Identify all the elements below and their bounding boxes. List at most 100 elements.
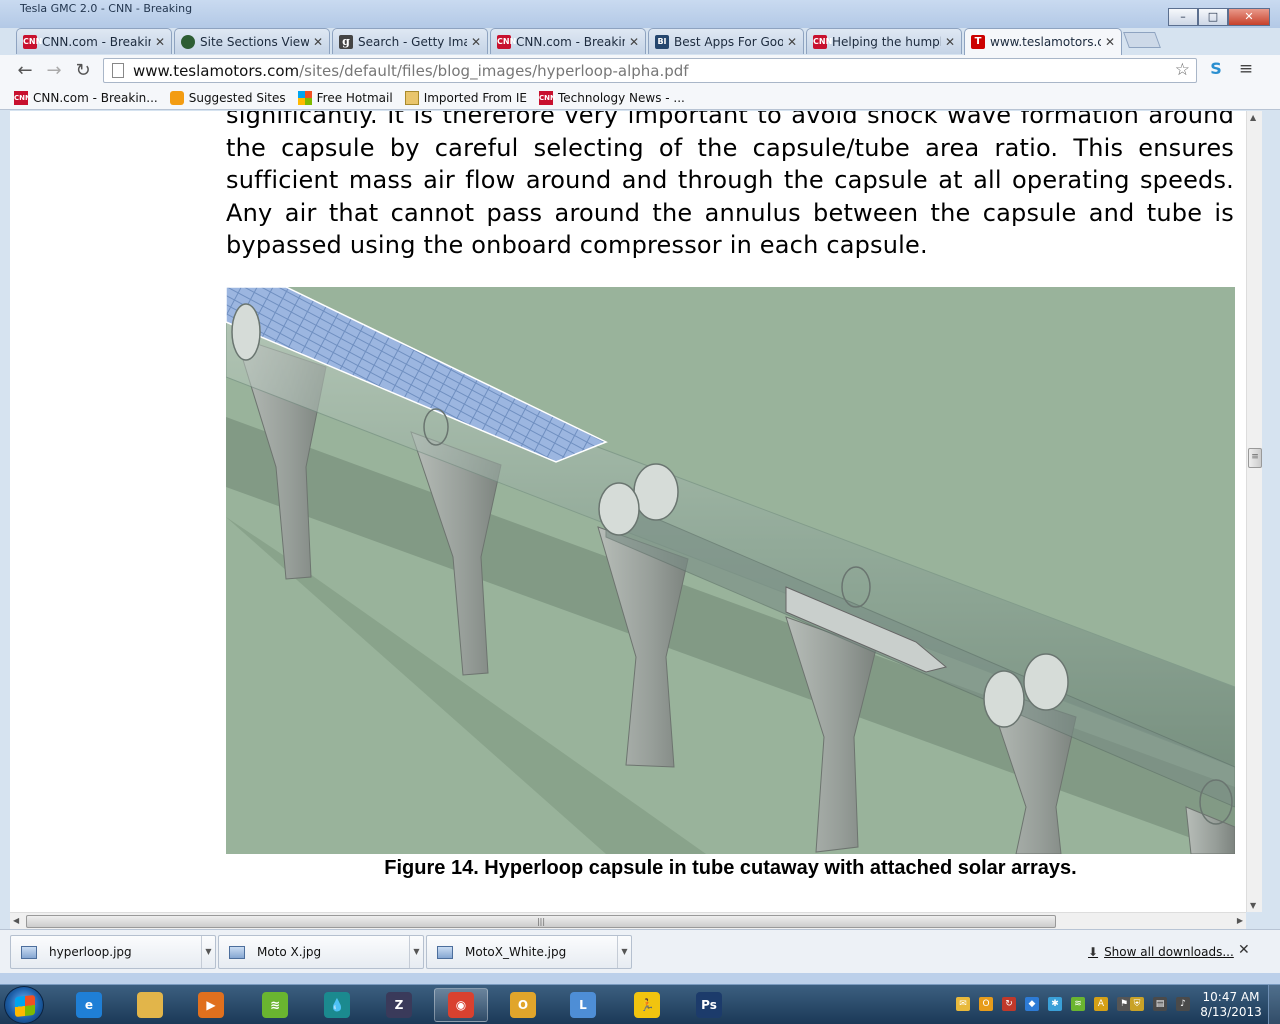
taskbar-app-outlook[interactable]: O (496, 988, 550, 1022)
shield-icon[interactable]: ⛨ (1130, 997, 1144, 1011)
taskbar-app-photoshop[interactable]: Ps (682, 988, 736, 1022)
close-tab-icon[interactable]: ✕ (1105, 35, 1115, 49)
window-controls: – □ ✕ (1168, 8, 1270, 26)
download-item[interactable]: hyperloop.jpg ▼ (10, 935, 216, 969)
url-path: /sites/default/files/blog_images/hyperlo… (299, 61, 689, 80)
scroll-up-icon[interactable]: ▲ (1250, 113, 1256, 122)
download-filename: MotoX_White.jpg (465, 945, 567, 959)
download-item[interactable]: MotoX_White.jpg ▼ (426, 935, 632, 969)
horizontal-scrollbar[interactable]: ◀ ||| ▶ (10, 912, 1246, 929)
taskbar-app-aim[interactable]: 🏃 (620, 988, 674, 1022)
tab-teslamotors[interactable]: T www.teslamotors.c ✕ (964, 28, 1122, 55)
tab-getty[interactable]: g Search - Getty Imag ✕ (332, 28, 488, 54)
sync-tray-icon[interactable]: ↻ (1002, 997, 1016, 1011)
bookmark-cnn[interactable]: CNN CNN.com - Breakin... (14, 90, 158, 105)
bookmark-free-hotmail[interactable]: Free Hotmail (297, 90, 393, 105)
chevron-down-icon[interactable]: ▼ (409, 936, 423, 968)
taskbar-app-explorer[interactable] (123, 988, 177, 1022)
scroll-left-icon[interactable]: ◀ (13, 916, 19, 925)
g-icon: g (339, 34, 353, 49)
chevron-down-icon[interactable]: ▼ (617, 936, 631, 968)
close-tab-icon[interactable]: ✕ (945, 35, 955, 49)
outlook-tray-icon[interactable]: O (979, 997, 993, 1011)
cnn-icon: CNN (497, 34, 516, 49)
site-icon (181, 34, 195, 49)
tab-cnn-1[interactable]: CNN CNN.com - Breaking ✕ (16, 28, 172, 54)
bookmark-imported-from-ie[interactable]: Imported From IE (404, 90, 527, 105)
taskbar-app-z-app[interactable]: Z (372, 988, 426, 1022)
bookmark-technology-news[interactable]: CNN Technology News - ... (539, 90, 685, 105)
aim-tray-icon[interactable]: A (1094, 997, 1108, 1011)
minimize-button[interactable]: – (1168, 8, 1198, 26)
download-arrow-icon: ⬇ (1088, 945, 1099, 959)
vertical-scroll-thumb[interactable]: ≡ (1248, 448, 1262, 468)
back-button[interactable]: ← (13, 59, 37, 83)
tab-label: Search - Getty Imag (358, 34, 467, 49)
tab-label: Helping the humpb (832, 34, 941, 49)
image-file-icon (229, 945, 245, 959)
close-tab-icon[interactable]: ✕ (155, 35, 165, 49)
cnn-icon: CNN (813, 34, 832, 49)
extension-icon[interactable]: S (1206, 59, 1226, 79)
scroll-right-icon[interactable]: ▶ (1237, 916, 1243, 925)
dropbox-tray-icon[interactable]: ◆ (1025, 997, 1039, 1011)
tab-site-sections[interactable]: Site Sections Views ✕ (174, 28, 330, 54)
mail-tray-icon[interactable]: ✉ (956, 997, 970, 1011)
bookmarks-bar: CNN CNN.com - Breakin... Suggested Sites… (0, 86, 1280, 110)
bookmark-label: Technology News - ... (558, 90, 685, 105)
drop-app-icon: 💧 (324, 992, 350, 1018)
spotify-tray-icon[interactable]: ≋ (1071, 997, 1085, 1011)
background-window-title: Tesla GMC 2.0 - CNN - Breaking (20, 2, 193, 15)
horizontal-scroll-thumb[interactable]: ||| (26, 915, 1056, 928)
reload-button[interactable]: ↻ (71, 59, 95, 83)
taskbar-clock[interactable]: 10:47 AM 8/13/2013 (1200, 990, 1262, 1020)
chevron-down-icon[interactable]: ▼ (201, 936, 215, 968)
chrome-menu-icon[interactable]: ≡ (1236, 59, 1256, 79)
close-tab-icon[interactable]: ✕ (787, 35, 797, 49)
network-icon[interactable]: ▤ (1153, 997, 1167, 1011)
taskbar-app-ie[interactable]: e (62, 988, 116, 1022)
clock-date: 8/13/2013 (1200, 1005, 1262, 1019)
bookmark-star-icon[interactable]: ☆ (1175, 60, 1190, 80)
tab-helping-humpback[interactable]: CNN Helping the humpb ✕ (806, 28, 962, 54)
bookmark-suggested-sites[interactable]: Suggested Sites (169, 90, 286, 105)
url-host: www.teslamotors.com (133, 61, 300, 80)
volume-icon[interactable]: ♪ (1176, 997, 1190, 1011)
pdf-viewport[interactable]: significantly. It is therefore very impo… (10, 111, 1246, 912)
taskbar-app-spotify[interactable]: ≋ (248, 988, 302, 1022)
show-all-label: Show all downloads... (1104, 945, 1234, 959)
taskbar-app-drop-app[interactable]: 💧 (310, 988, 364, 1022)
photoshop-icon: Ps (696, 992, 722, 1018)
show-all-downloads-link[interactable]: ⬇ Show all downloads... (1088, 945, 1234, 959)
close-tab-icon[interactable]: ✕ (313, 35, 323, 49)
vertical-scrollbar[interactable]: ▲ ≡ ▼ (1246, 111, 1262, 912)
document-paragraph: significantly. It is therefore very impo… (226, 111, 1234, 259)
bluetooth-tray-icon[interactable]: ✱ (1048, 997, 1062, 1011)
action-center-flag-icon[interactable]: ⚑ (1117, 997, 1131, 1011)
tesla-icon: T (971, 35, 985, 49)
windows-logo-icon (15, 994, 35, 1018)
new-tab-button[interactable] (1123, 32, 1161, 48)
hyperloop-figure-image (226, 287, 1235, 854)
taskbar-app-media-player[interactable]: ▶ (184, 988, 238, 1022)
download-item[interactable]: Moto X.jpg ▼ (218, 935, 424, 969)
close-window-button[interactable]: ✕ (1228, 8, 1270, 26)
taskbar-app-chrome[interactable]: ◉ (434, 988, 488, 1022)
address-bar[interactable]: www.teslamotors.com/sites/default/files/… (103, 58, 1197, 83)
forward-button[interactable]: → (42, 59, 66, 83)
close-tab-icon[interactable]: ✕ (629, 35, 639, 49)
maximize-button[interactable]: □ (1198, 8, 1228, 26)
z-app-icon: Z (386, 992, 412, 1018)
scroll-down-icon[interactable]: ▼ (1250, 901, 1256, 910)
tab-label: Site Sections Views (200, 34, 309, 49)
close-tab-icon[interactable]: ✕ (471, 35, 481, 49)
bi-icon: BI (655, 34, 669, 49)
taskbar-app-lync[interactable]: L (556, 988, 610, 1022)
close-downloads-icon[interactable]: ✕ (1238, 942, 1250, 958)
tab-best-apps[interactable]: BI Best Apps For Goog ✕ (648, 28, 804, 54)
show-desktop-button[interactable] (1268, 985, 1280, 1024)
start-button[interactable] (4, 986, 44, 1024)
tab-cnn-2[interactable]: CNN CNN.com - Breaking ✕ (490, 28, 646, 54)
page-icon (112, 63, 124, 78)
download-filename: hyperloop.jpg (49, 945, 132, 959)
